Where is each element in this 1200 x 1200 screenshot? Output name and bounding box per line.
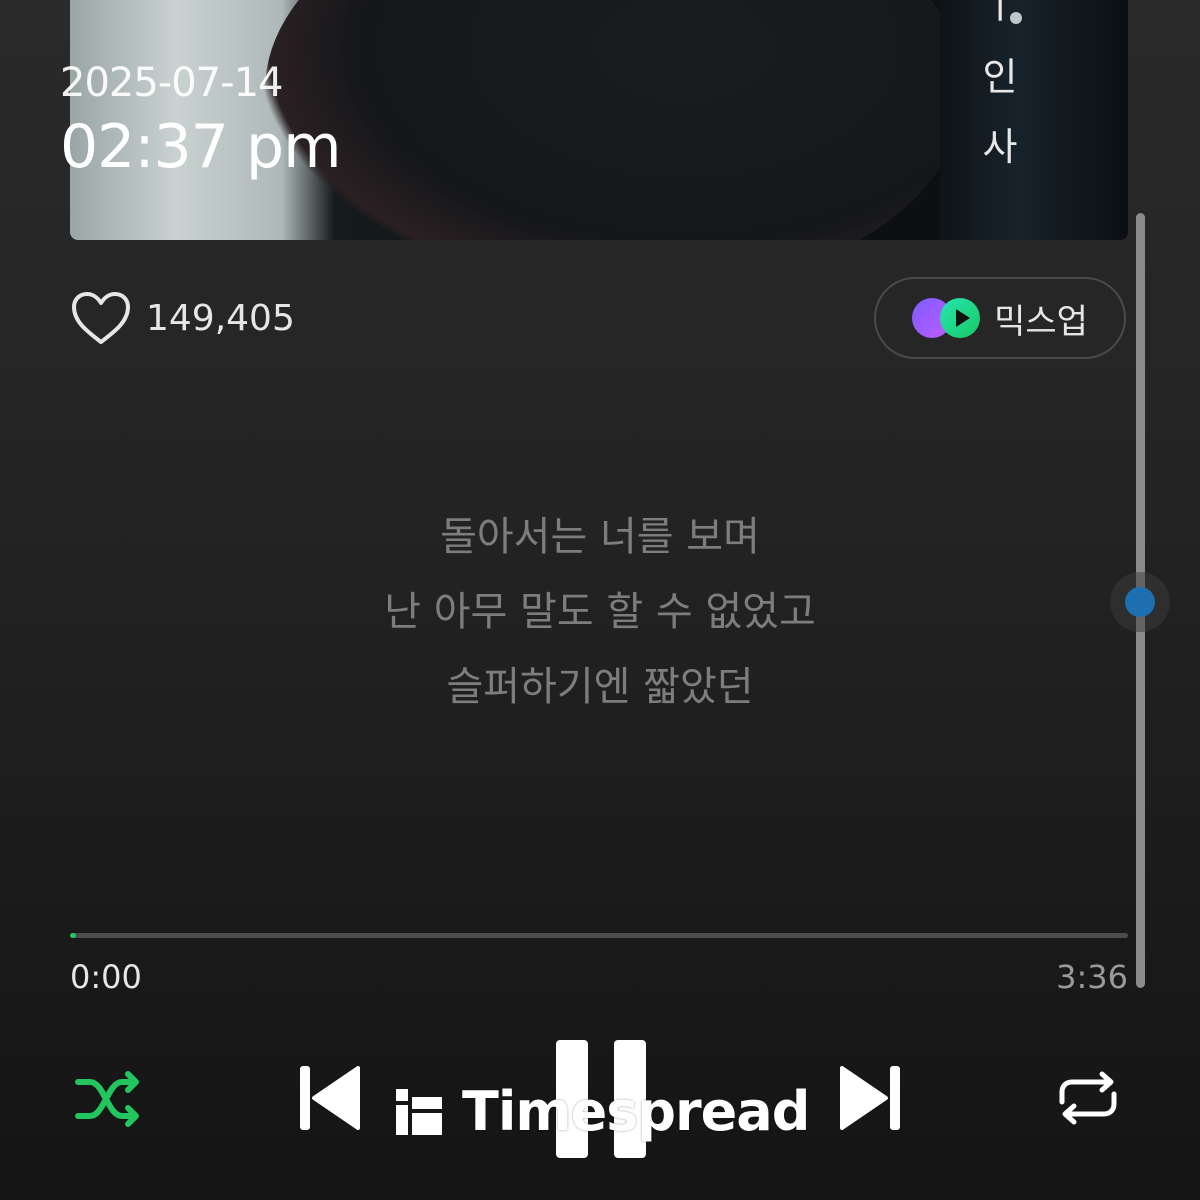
shuffle-button[interactable] <box>74 1068 146 1130</box>
album-title-char: ㅣ <box>982 0 1018 27</box>
repeat-icon <box>1059 1071 1117 1125</box>
mixup-logo-icon <box>912 296 984 340</box>
album-art-coat <box>940 0 1128 240</box>
watermark-text: Timespread <box>462 1080 810 1143</box>
scroll-thumb[interactable] <box>1125 587 1155 617</box>
overlay-date: 2025-07-14 <box>60 60 283 106</box>
next-button[interactable] <box>838 1062 902 1134</box>
timestamp-overlay: 2025-07-14 02:37 pm <box>60 60 342 182</box>
watermark-logo-icon <box>396 1088 442 1135</box>
overlay-time: 02:37 pm <box>60 112 342 182</box>
mixup-label: 믹스업 <box>994 301 1088 342</box>
watermark: Timespread <box>396 1080 810 1143</box>
lyrics-panel[interactable]: 돌아서는 너를 보며 난 아무 말도 할 수 없었고 슬퍼하기엔 짧았던 <box>0 500 1200 725</box>
elapsed-time: 0:00 <box>70 958 142 996</box>
like-button[interactable]: 149,405 <box>70 290 295 346</box>
skip-previous-icon <box>300 1066 360 1130</box>
mixup-button[interactable]: 믹스업 <box>874 277 1126 359</box>
progress-bar[interactable] <box>70 933 1128 938</box>
total-time: 3:36 <box>1056 958 1128 996</box>
progress-fill <box>70 933 76 938</box>
lyric-line: 슬퍼하기엔 짧았던 <box>446 664 754 710</box>
album-title-char: 인 <box>982 55 1018 99</box>
lyric-line: 돌아서는 너를 보며 <box>440 514 760 560</box>
previous-button[interactable] <box>298 1062 362 1134</box>
skip-next-icon <box>840 1066 900 1130</box>
shuffle-icon <box>75 1071 139 1127</box>
heart-outline-icon <box>72 292 130 344</box>
album-title-char: 사 <box>982 125 1018 169</box>
repeat-button[interactable] <box>1056 1068 1120 1128</box>
lyric-line: 난 아무 말도 할 수 없었고 <box>384 589 816 635</box>
album-art-figure <box>265 0 965 240</box>
like-count: 149,405 <box>146 297 295 339</box>
